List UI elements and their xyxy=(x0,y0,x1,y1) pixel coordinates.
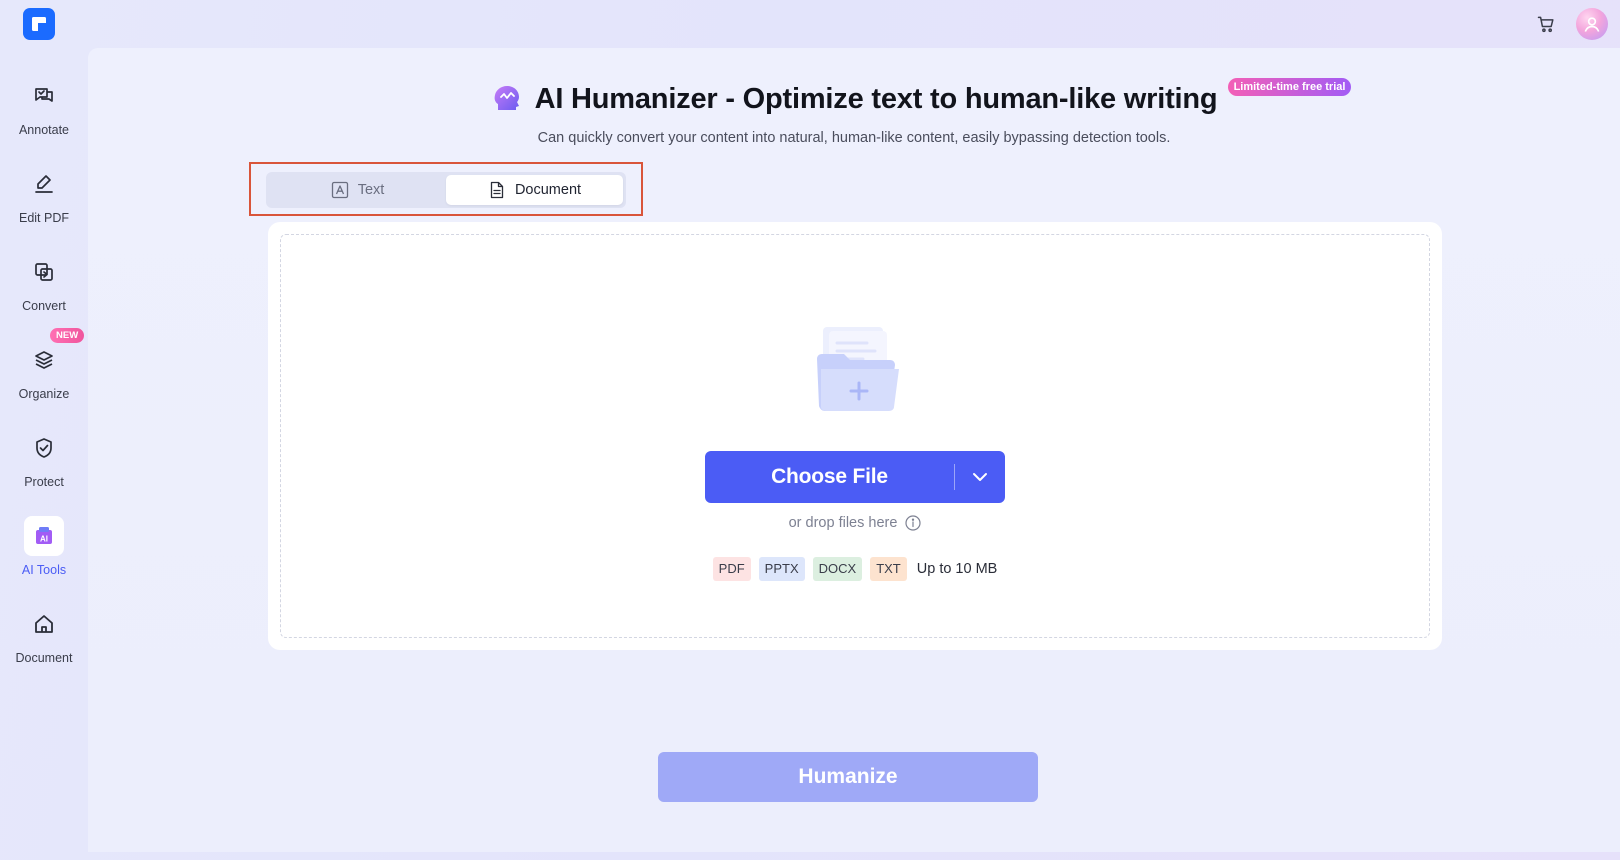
humanize-button[interactable]: Humanize xyxy=(658,752,1038,802)
folder-upload-icon xyxy=(817,327,899,411)
topbar-actions xyxy=(1534,8,1608,40)
page-subtitle: Can quickly convert your content into na… xyxy=(537,130,1171,146)
sidebar-item-label: Document xyxy=(15,651,73,665)
convert-icon xyxy=(24,252,64,292)
choose-file-label[interactable]: Choose File xyxy=(705,451,954,503)
tab-text-label: Text xyxy=(357,182,385,198)
tab-text[interactable]: Text xyxy=(269,175,446,205)
annotate-icon xyxy=(24,76,64,116)
info-icon[interactable] xyxy=(905,515,922,531)
upload-card: Choose File or drop files here PDF PPTX … xyxy=(268,222,1442,650)
avatar-icon xyxy=(1584,17,1600,32)
sidebar-item-convert[interactable]: Convert xyxy=(0,236,88,324)
app-logo-icon xyxy=(32,17,47,32)
humanizer-head-icon xyxy=(494,86,519,110)
text-icon xyxy=(331,181,348,199)
sidebar-item-label: Convert xyxy=(22,299,66,313)
tab-document[interactable]: Document xyxy=(446,175,623,205)
file-size-limit: Up to 10 MB xyxy=(916,561,998,577)
sidebar-item-annotate[interactable]: Annotate xyxy=(0,60,88,148)
drop-hint-text: or drop files here xyxy=(788,515,898,531)
ai-tools-icon: AI xyxy=(24,516,64,556)
home-icon xyxy=(24,604,64,644)
format-badge-pptx: PPTX xyxy=(758,557,805,581)
sidebar-item-label: Protect xyxy=(24,475,64,489)
sidebar-item-label: AI Tools xyxy=(21,563,67,577)
page-header: AI Humanizer - Optimize text to human-li… xyxy=(88,78,1620,116)
chevron-down-icon xyxy=(973,473,987,481)
protect-icon xyxy=(24,428,64,468)
format-badge-docx: DOCX xyxy=(812,557,863,581)
format-badge-txt: TXT xyxy=(870,557,907,581)
cart-icon xyxy=(1537,16,1554,33)
mode-tabs: Text Document xyxy=(266,172,626,208)
main-panel: AI Humanizer - Optimize text to human-li… xyxy=(88,48,1620,852)
tab-document-label: Document xyxy=(514,182,582,198)
sidebar-item-protect[interactable]: Protect xyxy=(0,412,88,500)
sidebar: Annotate Edit PDF Convert NEW Organize P… xyxy=(0,60,88,676)
edit-pdf-icon xyxy=(24,164,64,204)
new-badge: NEW xyxy=(50,328,85,343)
sidebar-item-label: Annotate xyxy=(18,123,70,137)
choose-file-dropdown[interactable] xyxy=(955,451,1005,503)
svg-text:AI: AI xyxy=(40,535,48,544)
sidebar-item-document[interactable]: Document xyxy=(0,588,88,676)
sidebar-item-edit-pdf[interactable]: Edit PDF xyxy=(0,148,88,236)
page-title: AI Humanizer - Optimize text to human-li… xyxy=(534,82,1218,115)
cart-button[interactable] xyxy=(1534,12,1558,36)
sidebar-item-organize[interactable]: NEW Organize xyxy=(0,324,88,412)
format-badge-pdf: PDF xyxy=(712,557,751,581)
supported-formats: PDF PPTX DOCX TXT Up to 10 MB xyxy=(281,557,1429,581)
document-icon xyxy=(490,181,504,199)
sidebar-item-ai-tools[interactable]: AI AI Tools xyxy=(0,500,88,588)
trial-badge: Limited-time free trial xyxy=(1227,78,1352,96)
sidebar-item-label: Organize xyxy=(18,387,70,401)
choose-file-button[interactable]: Choose File xyxy=(705,451,1005,503)
file-dropzone[interactable]: Choose File or drop files here PDF PPTX … xyxy=(280,234,1430,638)
avatar[interactable] xyxy=(1576,8,1608,40)
app-logo[interactable] xyxy=(23,8,55,40)
sidebar-item-label: Edit PDF xyxy=(18,211,69,225)
organize-icon xyxy=(24,340,64,380)
drop-hint: or drop files here xyxy=(281,515,1429,531)
